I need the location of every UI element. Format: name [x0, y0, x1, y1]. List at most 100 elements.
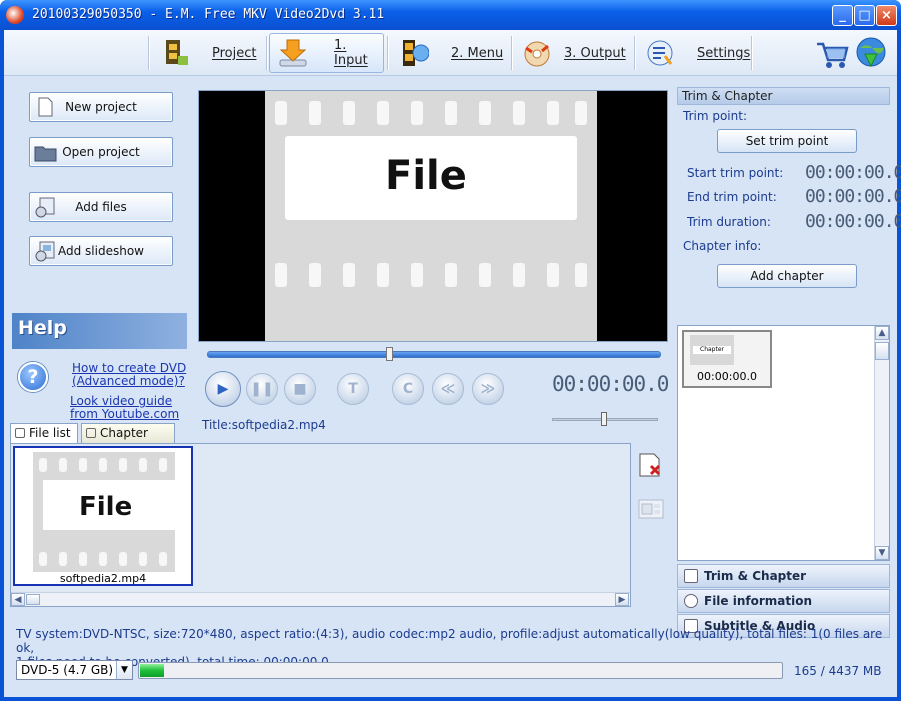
- next-frame-button[interactable]: ≫: [472, 373, 504, 405]
- minimize-button[interactable]: _: [832, 5, 853, 26]
- tab-output[interactable]: 3. Output: [514, 33, 634, 73]
- scroll-thumb[interactable]: [875, 342, 889, 360]
- disc-type-select[interactable]: DVD-5 (4.7 GB) ▼: [16, 660, 133, 680]
- tab-file-list[interactable]: File list: [10, 423, 78, 444]
- trim-chapter-header: Trim & Chapter: [677, 87, 890, 105]
- open-project-label: Open project: [62, 145, 140, 159]
- open-project-button[interactable]: Open project: [29, 137, 173, 167]
- volume-slider-thumb[interactable]: [601, 412, 607, 426]
- maximize-button[interactable]: □: [854, 5, 875, 26]
- right-panel: Trim & Chapter Trim point: Set trim poin…: [677, 85, 901, 638]
- trim-duration-label: Trim duration:: [687, 215, 771, 229]
- trim-tool-button[interactable]: T: [337, 373, 369, 405]
- tab-input-label: 1. Input: [334, 38, 368, 68]
- client-area: Project 1. Input 2. Menu 3. Output Setti…: [4, 30, 901, 697]
- tab-input[interactable]: 1. Input: [269, 33, 384, 73]
- file-thumbnail-text: File: [79, 492, 133, 522]
- toolbar-separator: [634, 36, 636, 70]
- accordion-file-information-label: File information: [704, 594, 813, 608]
- time-display: 00:00:00.0: [552, 372, 669, 396]
- scroll-right-button[interactable]: ▶: [615, 593, 629, 606]
- update-globe-icon[interactable]: [854, 36, 888, 73]
- chapter-item[interactable]: Chapter 00:00:00.0: [682, 330, 772, 388]
- toolbar-separator: [387, 36, 389, 70]
- accordion-trim-chapter-label: Trim & Chapter: [704, 569, 807, 583]
- folder-icon: [34, 141, 57, 163]
- accordion-trim-chapter[interactable]: Trim & Chapter: [677, 564, 890, 588]
- accordion-file-information[interactable]: File information: [677, 589, 890, 613]
- remove-file-icon[interactable]: [637, 452, 665, 478]
- file-item[interactable]: File softpedia2.mp4: [13, 446, 193, 586]
- cart-icon[interactable]: [815, 38, 849, 73]
- chapter-info-label: Chapter info:: [683, 239, 762, 253]
- help-link-create-dvd[interactable]: How to create DVD (Advanced mode)?: [72, 362, 186, 388]
- help-header: Help: [12, 313, 187, 349]
- set-trim-point-button[interactable]: Set trim point: [717, 129, 857, 153]
- trim-point-label: Trim point:: [683, 109, 747, 123]
- file-thumbnail: File: [33, 452, 175, 572]
- left-panel: New project Open project Add files Add s…: [4, 76, 194, 436]
- disc-type-value: DVD-5 (4.7 GB): [21, 663, 114, 677]
- add-chapter-button[interactable]: Add chapter: [717, 264, 857, 288]
- tab-settings-label: Settings: [697, 45, 751, 61]
- new-project-label: New project: [65, 100, 137, 114]
- disc-usage-fill: [140, 664, 164, 677]
- end-trim-value: 00:00:00.0: [805, 186, 901, 207]
- new-project-button[interactable]: New project: [29, 92, 173, 122]
- tab-menu[interactable]: 2. Menu: [391, 33, 511, 73]
- settings-list-icon: [645, 38, 675, 68]
- add-files-label: Add files: [75, 200, 127, 214]
- tab-settings[interactable]: Settings: [637, 33, 758, 73]
- title-bar[interactable]: 20100329050350 - E.M. Free MKV Video2Dvd…: [0, 0, 901, 30]
- trim-chapter-icon: [684, 569, 698, 583]
- current-title-label: Title:softpedia2.mp4: [202, 418, 326, 432]
- tab-chapter-list[interactable]: Chapter list: [81, 423, 175, 458]
- app-icon: [6, 6, 24, 24]
- toolbar-separator: [511, 36, 513, 70]
- chapter-vertical-scrollbar[interactable]: ▲ ▼: [874, 326, 889, 560]
- chapter-tool-button[interactable]: C: [392, 373, 424, 405]
- start-trim-value: 00:00:00.0: [805, 162, 901, 183]
- end-trim-label: End trim point:: [687, 190, 777, 204]
- add-slideshow-label: Add slideshow: [58, 244, 144, 258]
- add-files-button[interactable]: Add files: [29, 192, 173, 222]
- info-icon: [684, 594, 698, 608]
- scroll-left-button[interactable]: ◀: [11, 593, 25, 606]
- help-link-video-guide-line2: from Youtube.com: [70, 407, 180, 421]
- pause-button[interactable]: ❚❚: [246, 373, 278, 405]
- add-files-icon: [34, 196, 56, 218]
- scroll-down-button[interactable]: ▼: [875, 546, 889, 560]
- chevron-down-icon[interactable]: ▼: [116, 661, 132, 679]
- trim-duration-value: 00:00:00.0: [805, 211, 901, 232]
- prev-frame-button[interactable]: ≪: [432, 373, 464, 405]
- stop-button[interactable]: ■: [284, 373, 316, 405]
- chapter-thumbnail: Chapter: [690, 335, 734, 365]
- toolbar-separator: [751, 36, 753, 70]
- seek-slider-thumb[interactable]: [386, 347, 393, 361]
- seek-slider[interactable]: [207, 347, 661, 361]
- disc-burn-icon: [522, 38, 552, 68]
- file-list-horizontal-scrollbar[interactable]: ◀ ▶: [11, 592, 630, 606]
- file-list-icon: [15, 428, 25, 438]
- app-window: 20100329050350 - E.M. Free MKV Video2Dvd…: [0, 0, 901, 701]
- file-list[interactable]: File softpedia2.mp4 ◀ ▶: [10, 443, 631, 607]
- start-trim-label: Start trim point:: [687, 166, 784, 180]
- chapter-thumbnail-text: Chapter: [693, 346, 731, 354]
- preview-frame: File: [265, 91, 597, 341]
- help-question-icon: ?: [18, 362, 48, 392]
- scroll-thumb[interactable]: [26, 594, 40, 605]
- help-link-video-guide[interactable]: Look video guide from Youtube.com: [70, 395, 179, 421]
- tab-output-label: 3. Output: [564, 45, 626, 61]
- volume-slider[interactable]: [552, 412, 658, 426]
- close-button[interactable]: ×: [876, 5, 897, 26]
- preview-frame-text: File: [385, 153, 467, 199]
- chapter-time: 00:00:00.0: [697, 370, 757, 383]
- merge-files-icon[interactable]: [637, 496, 665, 522]
- chapter-list[interactable]: Chapter 00:00:00.0 ▲ ▼: [677, 325, 890, 561]
- film-reel-icon: [399, 38, 430, 68]
- play-button[interactable]: ▶: [205, 371, 241, 407]
- add-slideshow-button[interactable]: Add slideshow: [29, 236, 173, 266]
- film-strip-icon: [160, 38, 190, 68]
- scroll-up-button[interactable]: ▲: [875, 326, 889, 340]
- tab-project[interactable]: Project: [152, 33, 264, 73]
